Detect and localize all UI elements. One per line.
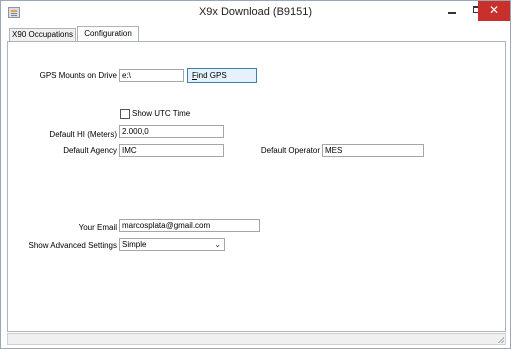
tab-x90-occupations[interactable]: X90 Occupations <box>9 28 76 42</box>
app-window: X9x Download (B9151) ✕ X90 Occupations C… <box>0 0 511 349</box>
find-gps-button[interactable]: Find GPS <box>187 68 257 83</box>
advanced-settings-label: Show Advanced Settings <box>28 241 117 250</box>
email-label: Your Email <box>78 223 117 232</box>
default-hi-label: Default HI (Meters) <box>49 130 117 139</box>
default-agency-label: Default Agency <box>63 146 117 155</box>
gps-mounts-label: GPS Mounts on Drive <box>39 71 117 80</box>
tab-configuration[interactable]: Configuration <box>77 26 139 42</box>
configuration-panel: GPS Mounts on Drive e:\ Find GPS Show UT… <box>7 41 506 332</box>
tab-strip: X90 Occupations Configuration <box>7 26 507 42</box>
chevron-down-icon: ⌄ <box>214 240 221 249</box>
default-operator-label: Default Operator <box>260 146 320 155</box>
email-input[interactable]: marcosplata@gmail.com <box>119 219 260 232</box>
resize-grip-icon[interactable] <box>498 337 504 343</box>
status-bar <box>7 333 506 345</box>
default-hi-input[interactable]: 2.000,0 <box>119 125 224 138</box>
close-button[interactable]: ✕ <box>478 1 510 21</box>
show-utc-label: Show UTC Time <box>132 109 191 118</box>
find-gps-label: Find GPS <box>192 71 227 80</box>
default-agency-input[interactable]: IMC <box>119 144 224 157</box>
close-icon: ✕ <box>488 3 500 17</box>
minimize-button[interactable] <box>439 1 465 21</box>
show-utc-checkbox[interactable] <box>120 109 130 119</box>
window-title: X9x Download (B9151) <box>198 6 313 18</box>
gps-mounts-input[interactable]: e:\ <box>119 69 184 82</box>
minimize-icon <box>448 12 456 14</box>
maximize-button[interactable] <box>465 1 481 21</box>
title-bar[interactable]: X9x Download (B9151) ✕ <box>1 1 510 25</box>
advanced-settings-value: Simple <box>122 240 147 249</box>
default-operator-input[interactable]: MES <box>322 144 424 157</box>
advanced-settings-select[interactable]: Simple ⌄ <box>119 238 225 251</box>
